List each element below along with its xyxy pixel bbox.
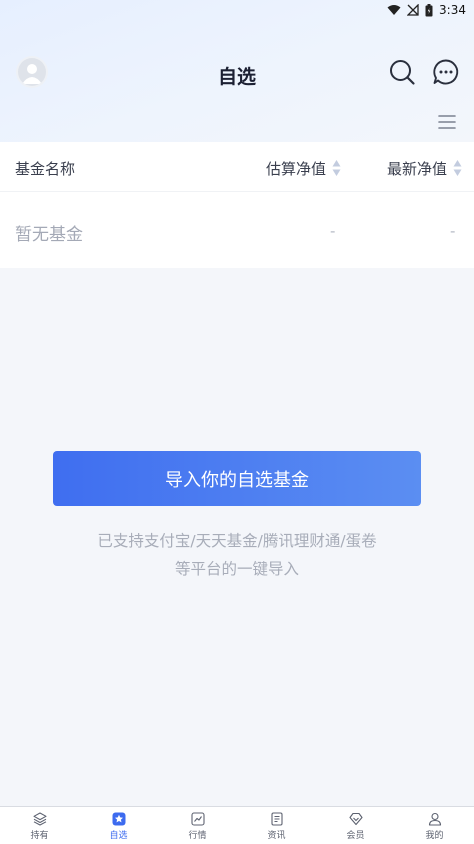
tab-profile[interactable]: 我的: [395, 807, 474, 844]
column-header-estimate[interactable]: 估算净值: [266, 158, 341, 179]
menu-icon: [438, 115, 456, 129]
import-funds-button[interactable]: 导入你的自选基金: [53, 451, 421, 506]
app-header: 自选: [0, 52, 474, 98]
tab-news[interactable]: 资讯: [237, 807, 316, 844]
tab-market[interactable]: 行情: [158, 807, 237, 844]
star-icon: [112, 812, 125, 826]
status-bar: 3:34: [0, 0, 474, 20]
search-icon: [390, 60, 415, 85]
bottom-tab-bar: 持有 自选 行情 资讯 会员 我的: [0, 806, 474, 844]
layers-icon: [32, 812, 47, 826]
wifi-icon: [387, 5, 401, 15]
column-header-latest[interactable]: 最新净值: [387, 158, 462, 179]
tab-profile-label: 我的: [425, 831, 444, 841]
chat-bubble-icon: [433, 59, 459, 85]
empty-fund-name: 暂无基金: [15, 225, 83, 245]
list-menu-button[interactable]: [436, 112, 458, 132]
empty-estimate-value: -: [330, 222, 336, 240]
tab-membership-label: 会员: [346, 831, 365, 841]
signal-off-icon: [407, 4, 419, 16]
table-row: 暂无基金 - -: [0, 192, 474, 268]
fund-table: 基金名称 估算净值 最新净值 暂无基金 - -: [0, 142, 474, 268]
tab-watchlist-label: 自选: [109, 831, 128, 841]
sort-icon: [332, 160, 341, 176]
import-support-text: 已支持支付宝/天天基金/腾讯理财通/蛋卷 等平台的一键导入: [0, 527, 474, 583]
import-support-line-1: 已支持支付宝/天天基金/腾讯理财通/蛋卷: [97, 532, 377, 550]
tab-holdings[interactable]: 持有: [0, 807, 79, 844]
tab-watchlist[interactable]: 自选: [79, 807, 158, 844]
diamond-icon: [348, 812, 363, 826]
tab-holdings-label: 持有: [30, 831, 49, 841]
tab-membership[interactable]: 会员: [316, 807, 395, 844]
search-button[interactable]: [388, 58, 416, 86]
column-header-fund-name: 基金名称: [15, 160, 76, 178]
tab-news-label: 资讯: [267, 831, 286, 841]
status-time: 3:34: [439, 3, 466, 17]
message-button[interactable]: [432, 58, 460, 86]
empty-latest-value: -: [450, 222, 456, 240]
table-header-row: 基金名称 估算净值 最新净值: [0, 142, 474, 192]
sort-icon: [453, 160, 462, 176]
tab-market-label: 行情: [188, 831, 207, 841]
chart-icon: [190, 812, 205, 826]
person-icon: [428, 812, 441, 826]
import-support-line-2: 等平台的一键导入: [174, 560, 299, 578]
column-header-latest-label: 最新净值: [386, 160, 447, 178]
document-icon: [270, 812, 283, 826]
column-header-estimate-label: 估算净值: [265, 160, 326, 178]
battery-icon: [425, 3, 433, 16]
